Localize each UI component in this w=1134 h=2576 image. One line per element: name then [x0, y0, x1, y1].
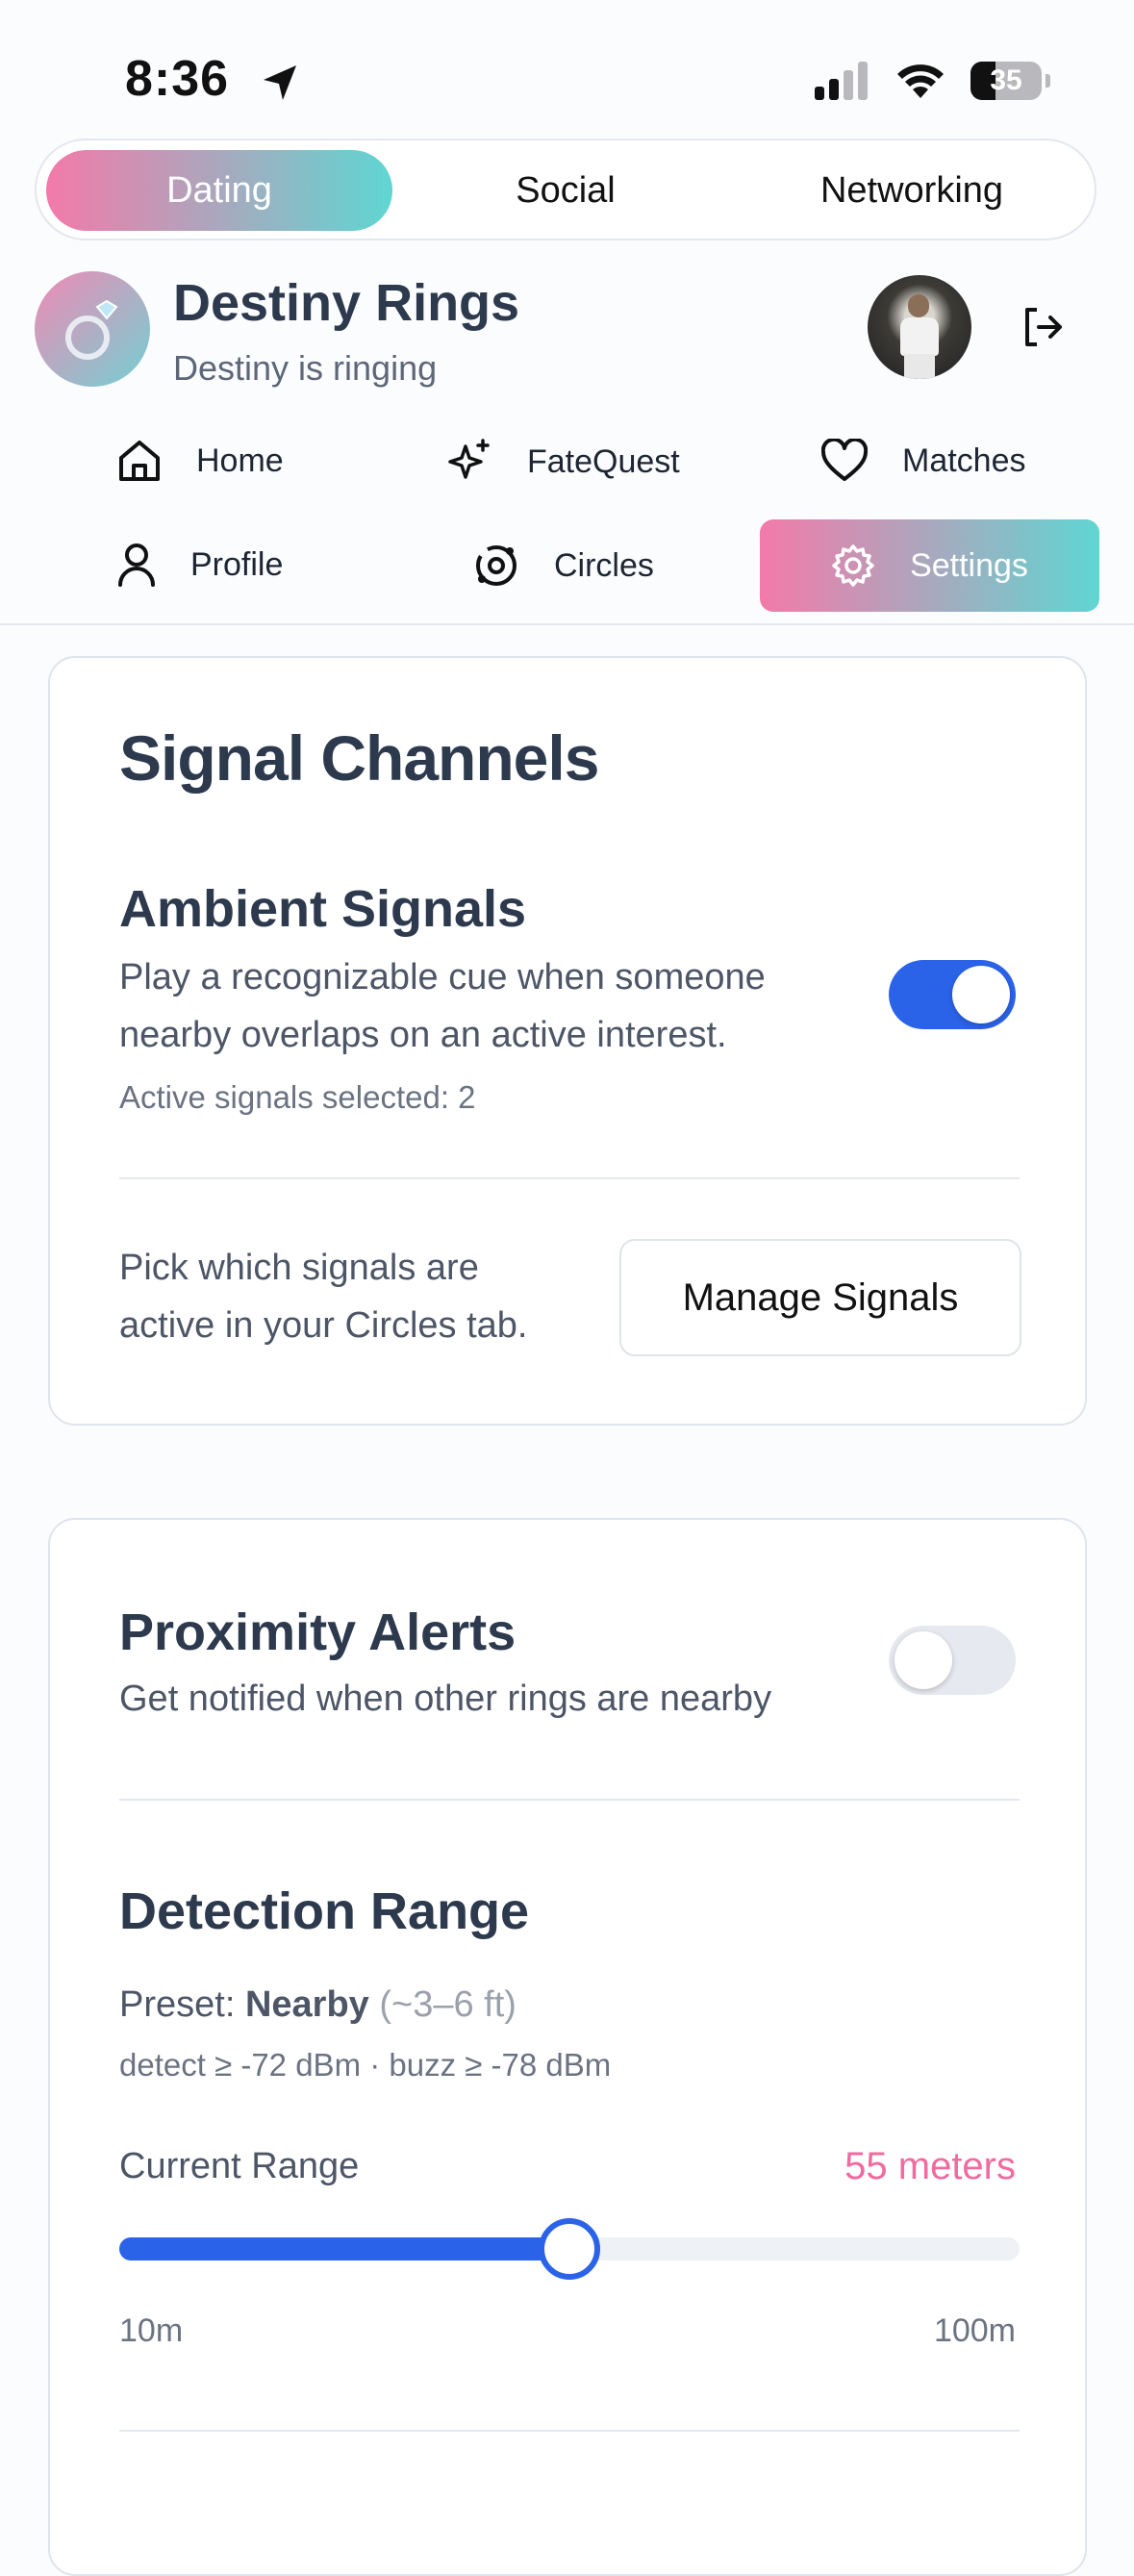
ambient-signals-desc-2: nearby overlaps on an active interest.	[119, 1015, 727, 1055]
nav-matches[interactable]: Matches	[821, 439, 1026, 483]
status-time: 8:36	[125, 51, 230, 107]
current-range-label: Current Range	[119, 2146, 360, 2186]
pick-signals-text-1: Pick which signals are	[119, 1248, 479, 1288]
nav-fatequest[interactable]: FateQuest	[446, 439, 680, 485]
active-signals-count: Active signals selected: 2	[119, 1079, 476, 1115]
nav-divider	[0, 623, 1134, 625]
divider	[119, 1799, 1020, 1801]
signal-icon	[815, 62, 868, 100]
gear-icon	[832, 544, 874, 587]
range-slider-fill	[119, 2237, 569, 2260]
mode-tab-networking[interactable]: Networking	[739, 150, 1085, 231]
nav-circles-label: Circles	[554, 546, 654, 584]
app-logo	[35, 271, 150, 387]
nav-profile-label: Profile	[190, 545, 284, 583]
signal-channels-title: Signal Channels	[119, 722, 599, 794]
pick-signals-text-2: active in your Circles tab.	[119, 1305, 528, 1346]
preset-value: Nearby	[244, 1984, 369, 2025]
nav-fatequest-label: FateQuest	[527, 442, 680, 480]
nav-settings[interactable]: Settings	[760, 519, 1099, 612]
user-icon	[118, 543, 155, 587]
battery-icon: 35	[970, 62, 1050, 100]
manage-signals-button[interactable]: Manage Signals	[619, 1239, 1021, 1356]
preset-hint: (~3–6 ft)	[379, 1984, 517, 2025]
location-arrow-icon	[264, 65, 296, 100]
nav-profile[interactable]: Profile	[117, 543, 283, 587]
signal-channels-card: Signal Channels Ambient Signals Play a r…	[48, 656, 1087, 1426]
thresholds-text: detect ≥ -72 dBm · buzz ≥ -78 dBm	[119, 2047, 612, 2083]
nav-circles[interactable]: Circles	[473, 543, 654, 589]
current-range-value: 55 meters	[844, 2145, 1016, 2187]
preset-label: Preset:	[119, 1984, 236, 2025]
heart-icon	[821, 439, 868, 481]
range-min-label: 10m	[119, 2312, 184, 2349]
proximity-card: Proximity Alerts Get notified when other…	[48, 1518, 1087, 2576]
range-max-label: 100m	[933, 2312, 1016, 2349]
app-title: Destiny Rings	[173, 274, 520, 332]
user-avatar[interactable]	[868, 275, 971, 379]
nav-home[interactable]: Home	[117, 439, 284, 483]
detection-range-title: Detection Range	[119, 1882, 530, 1940]
home-icon	[119, 441, 160, 481]
mode-tab-dating[interactable]: Dating	[46, 150, 392, 231]
range-slider[interactable]	[119, 2218, 1020, 2280]
mode-switcher: Dating Social Networking	[35, 139, 1096, 240]
nav-settings-label: Settings	[910, 546, 1028, 584]
range-slider-thumb[interactable]	[539, 2218, 600, 2280]
proximity-alerts-desc: Get notified when other rings are nearby	[119, 1679, 772, 1719]
orbit-icon	[476, 545, 517, 586]
wifi-icon	[897, 64, 944, 98]
app-subtitle: Destiny is ringing	[173, 348, 438, 388]
nav-matches-label: Matches	[902, 442, 1026, 479]
sparkles-icon	[448, 439, 490, 479]
nav-home-label: Home	[196, 442, 284, 479]
ambient-signals-desc-1: Play a recognizable cue when someone	[119, 957, 766, 998]
divider	[119, 2430, 1020, 2432]
proximity-alerts-title: Proximity Alerts	[119, 1604, 517, 1661]
mode-tab-social[interactable]: Social	[392, 150, 739, 231]
proximity-alerts-toggle[interactable]	[889, 1626, 1016, 1695]
status-icons: 35	[815, 62, 1050, 100]
logout-icon[interactable]	[1020, 304, 1066, 350]
ambient-signals-title: Ambient Signals	[119, 880, 527, 938]
ambient-signals-toggle[interactable]	[889, 960, 1016, 1029]
ring-icon	[65, 299, 118, 360]
divider	[119, 1177, 1020, 1179]
preset-line: Preset: Nearby (~3–6 ft)	[119, 1976, 517, 2033]
